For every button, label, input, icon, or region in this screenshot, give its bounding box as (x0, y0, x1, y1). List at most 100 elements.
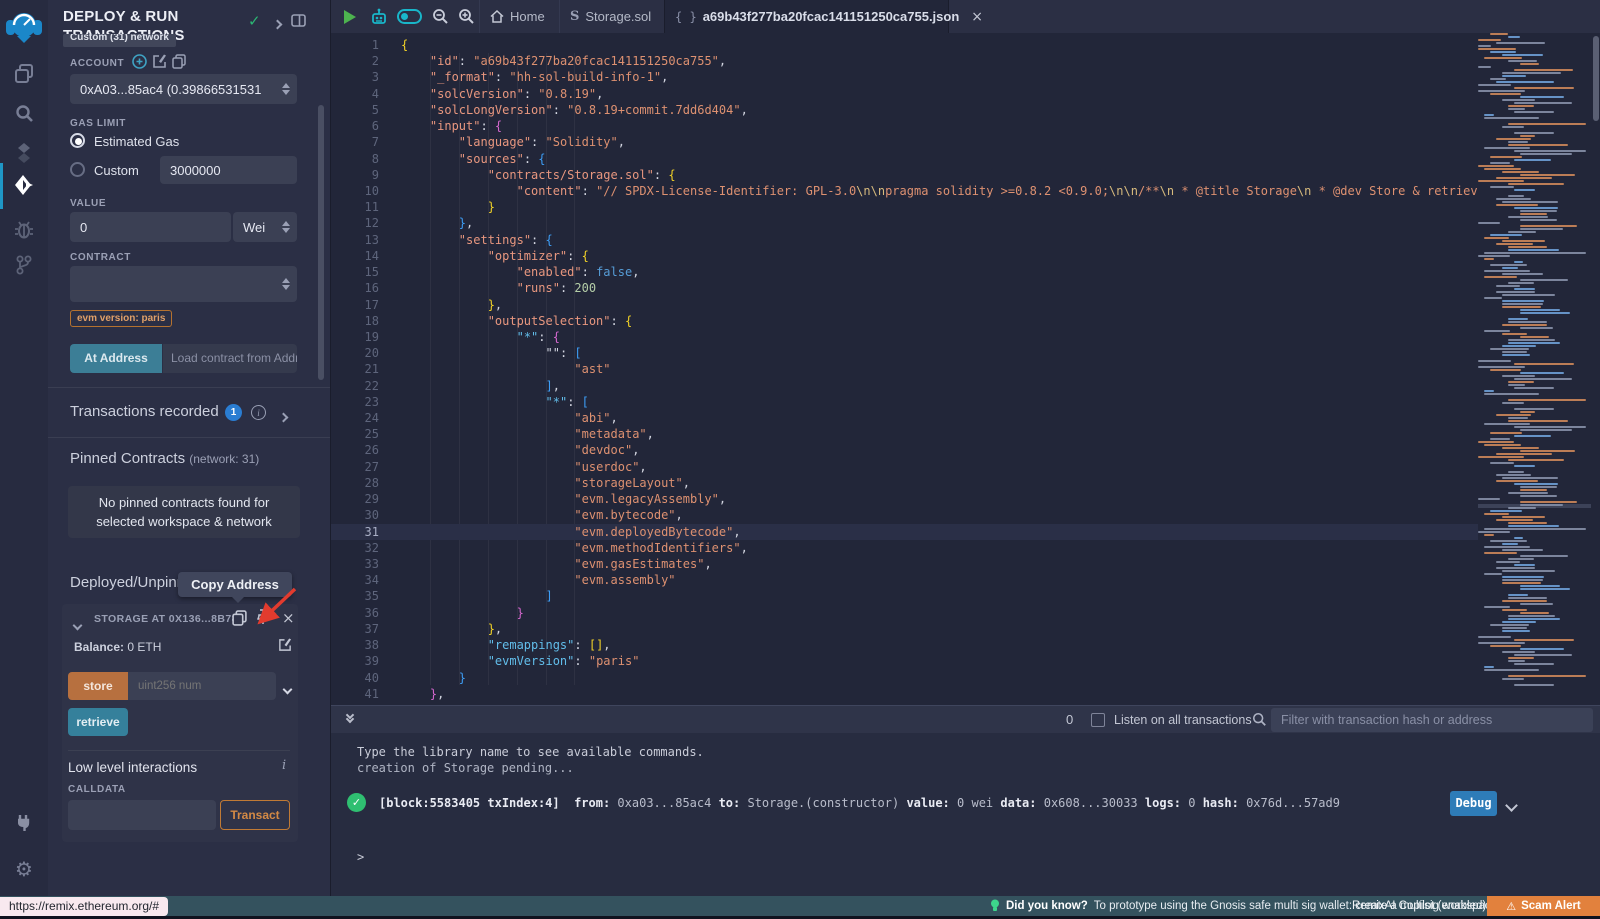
code-line-40[interactable]: 40} (331, 670, 1478, 686)
code-line-1[interactable]: 1{ (331, 37, 1478, 53)
code-line-41[interactable]: 41}, (331, 686, 1478, 702)
code-line-8[interactable]: 8"sources": { (331, 151, 1478, 167)
load-contract-address-field[interactable]: Load contract from Address (163, 344, 297, 373)
collapse-contract-icon[interactable] (74, 616, 81, 634)
code-line-26[interactable]: 26"devdoc", (331, 442, 1478, 458)
code-line-2[interactable]: 2"id": "a69b43f277ba20fcac141151250ca755… (331, 53, 1478, 69)
scam-alert-button[interactable]: ⚠ Scam Alert (1487, 896, 1600, 916)
solidity-compiler-icon[interactable] (0, 136, 48, 170)
remove-contract-icon[interactable]: × (282, 609, 295, 627)
code-line-10[interactable]: 10"content": "// SPDX-License-Identifier… (331, 183, 1478, 199)
expand-terminal-icon[interactable] (347, 712, 353, 720)
code-line-32[interactable]: 32"evm.methodIdentifiers", (331, 540, 1478, 556)
editor-scrollbar[interactable] (1593, 36, 1599, 121)
close-tab-icon[interactable]: × (971, 9, 983, 25)
code-line-14[interactable]: 14"optimizer": { (331, 248, 1478, 264)
tab-storage-sol[interactable]: S Storage.sol (559, 0, 661, 33)
contract-instance-header[interactable]: STORAGE AT 0X136...8B78 (94, 613, 238, 625)
debugger-icon[interactable] (0, 212, 48, 246)
pin-contract-icon[interactable] (256, 609, 270, 630)
code-line-30[interactable]: 30"evm.bytecode", (331, 507, 1478, 523)
code-line-35[interactable]: 35] (331, 588, 1478, 604)
code-line-3[interactable]: 3"_format": "hh-sol-build-info-1", (331, 69, 1478, 85)
store-argument-input[interactable] (128, 672, 276, 700)
custom-gas-input[interactable] (160, 156, 297, 184)
code-line-20[interactable]: 20"": [ (331, 345, 1478, 361)
copilot-toggle[interactable] (395, 0, 423, 33)
zoom-in-icon[interactable] (455, 0, 477, 33)
retrieve-function-button[interactable]: retrieve (68, 708, 128, 736)
tab-home[interactable]: Home (479, 0, 555, 33)
remix-logo-icon[interactable] (0, 8, 48, 48)
edit-account-icon[interactable] (152, 54, 167, 74)
terminal-prompt[interactable]: > (357, 850, 364, 864)
code-line-17[interactable]: 17}, (331, 297, 1478, 313)
code-line-39[interactable]: 39"evmVersion": "paris" (331, 653, 1478, 669)
code-line-31[interactable]: 31"evm.deployedBytecode", (331, 524, 1478, 540)
code-line-9[interactable]: 9"contracts/Storage.sol": { (331, 167, 1478, 183)
add-account-icon[interactable] (132, 54, 147, 74)
git-icon[interactable] (0, 248, 48, 282)
code-line-33[interactable]: 33"evm.gasEstimates", (331, 556, 1478, 572)
expand-args-icon[interactable] (284, 680, 291, 698)
code-lines[interactable]: 1{2"id": "a69b43f277ba20fcac141151250ca7… (331, 37, 1478, 702)
code-line-29[interactable]: 29"evm.legacyAssembly", (331, 491, 1478, 507)
code-line-27[interactable]: 27"userdoc", (331, 459, 1478, 475)
code-line-7[interactable]: 7"language": "Solidity", (331, 134, 1478, 150)
code-line-5[interactable]: 5"solcLongVersion": "0.8.19+commit.7dd6d… (331, 102, 1478, 118)
edit-balance-icon[interactable] (278, 638, 292, 657)
value-input[interactable] (70, 212, 231, 242)
minimap[interactable] (1478, 33, 1591, 705)
code-editor[interactable]: 1{2"id": "a69b43f277ba20fcac141151250ca7… (331, 33, 1600, 705)
code-line-19[interactable]: 19"*": { (331, 329, 1478, 345)
code-line-28[interactable]: 28"storageLayout", (331, 475, 1478, 491)
expand-tx-icon[interactable] (1507, 797, 1516, 815)
calldata-input[interactable] (68, 800, 216, 830)
deploy-and-run-icon[interactable] (0, 168, 48, 202)
code-line-36[interactable]: 36} (331, 605, 1478, 621)
low-level-info-icon[interactable]: i (282, 758, 286, 773)
tab-json-active[interactable]: { } a69b43f277ba20fcac141151250ca755.jso… (664, 0, 949, 33)
plugin-manager-icon[interactable] (0, 806, 48, 840)
search-icon[interactable] (0, 96, 48, 130)
code-line-22[interactable]: 22], (331, 378, 1478, 394)
code-line-16[interactable]: 16"runs": 200 (331, 280, 1478, 296)
code-line-11[interactable]: 11} (331, 199, 1478, 215)
panel-scrollbar[interactable] (318, 105, 324, 380)
terminal-filter-input[interactable] (1271, 708, 1593, 732)
code-line-15[interactable]: 15"enabled": false, (331, 264, 1478, 280)
debug-button[interactable]: Debug (1450, 791, 1497, 816)
ai-assistant-icon[interactable] (367, 0, 391, 33)
code-line-4[interactable]: 4"solcVersion": "0.8.19", (331, 86, 1478, 102)
code-line-34[interactable]: 34"evm.assembly" (331, 572, 1478, 588)
estimated-gas-radio[interactable] (70, 133, 85, 148)
info-icon[interactable]: i (251, 405, 266, 420)
at-address-button[interactable]: At Address (70, 344, 162, 373)
chevron-right-icon[interactable] (274, 15, 281, 33)
account-select[interactable]: 0xA03...85ac4 (0.39866531531 (70, 74, 297, 104)
code-line-6[interactable]: 6"input": { (331, 118, 1478, 134)
custom-gas-radio[interactable] (70, 162, 85, 177)
run-script-icon[interactable] (339, 0, 361, 33)
code-line-21[interactable]: 21"ast" (331, 361, 1478, 377)
zoom-out-icon[interactable] (429, 0, 451, 33)
code-line-13[interactable]: 13"settings": { (331, 232, 1478, 248)
code-line-23[interactable]: 23"*": [ (331, 394, 1478, 410)
settings-gear-icon[interactable]: ⚙ (0, 852, 48, 886)
value-unit-select[interactable]: Wei (233, 212, 297, 242)
file-explorer-icon[interactable] (0, 56, 48, 90)
copy-address-icon[interactable] (232, 610, 247, 631)
code-line-37[interactable]: 37}, (331, 621, 1478, 637)
listen-all-checkbox[interactable] (1091, 713, 1105, 727)
copilot-status[interactable]: RemixAI Copilot (enabled) (1352, 896, 1486, 916)
transact-button[interactable]: Transact (220, 800, 290, 830)
code-line-38[interactable]: 38"remappings": [], (331, 637, 1478, 653)
code-line-24[interactable]: 24"abi", (331, 410, 1478, 426)
pin-panel-icon[interactable] (291, 14, 306, 32)
expand-transactions-icon[interactable] (280, 408, 287, 426)
copy-account-icon[interactable] (172, 54, 186, 74)
transaction-log-row[interactable]: ✓ [block:5583405 txIndex:4] from: 0xa03.… (331, 789, 1600, 821)
code-line-25[interactable]: 25"metadata", (331, 426, 1478, 442)
code-line-18[interactable]: 18"outputSelection": { (331, 313, 1478, 329)
contract-select[interactable] (70, 266, 297, 302)
